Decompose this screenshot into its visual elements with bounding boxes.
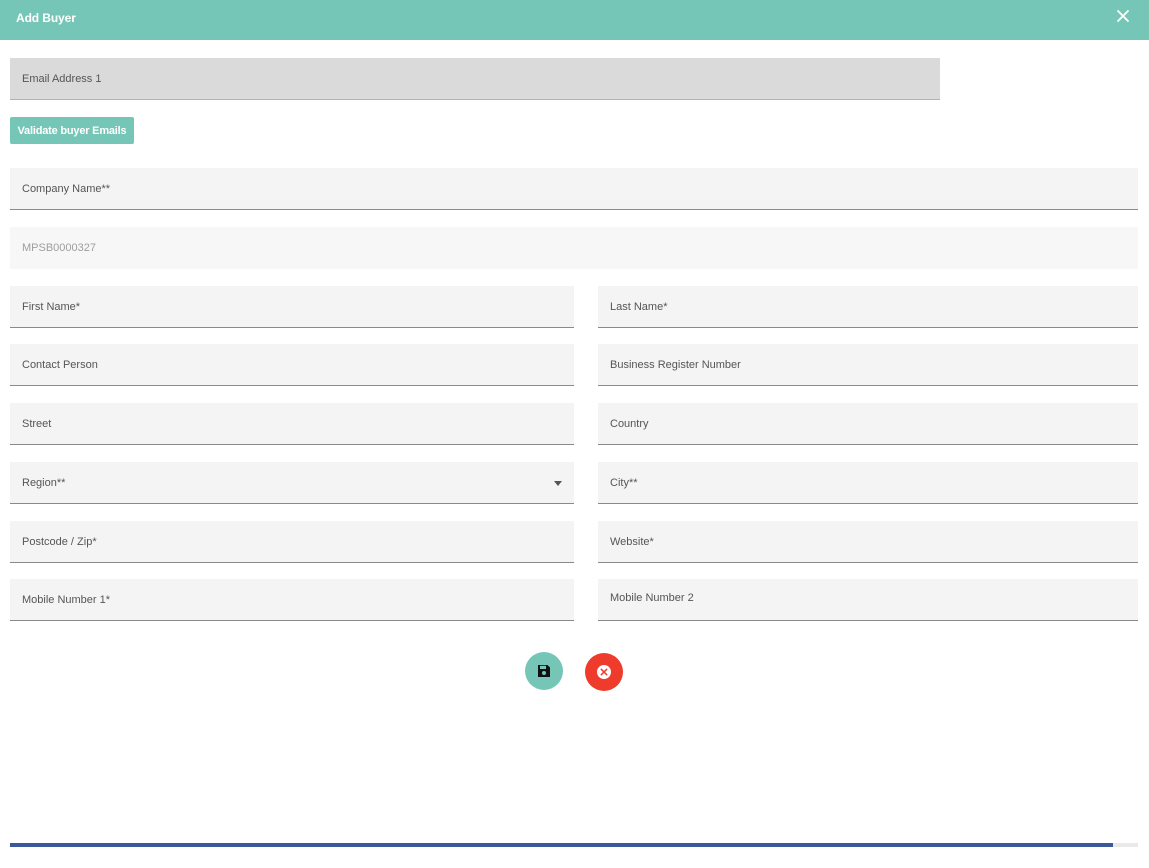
mobile-number-1-label: Mobile Number 1* xyxy=(22,593,111,606)
email-address-1-field[interactable]: Email Address 1 xyxy=(10,58,940,100)
company-name-field[interactable]: Company Name** xyxy=(10,168,1138,210)
caret-down-icon[interactable] xyxy=(554,480,562,486)
postcode-field[interactable]: Postcode / Zip* xyxy=(10,521,574,563)
progress-bar xyxy=(10,843,1138,847)
buyer-code-field: MPSB0000327 xyxy=(10,227,1138,269)
country-field[interactable]: Country xyxy=(598,403,1138,445)
validate-buyer-emails-button[interactable]: Validate buyer Emails xyxy=(10,117,134,144)
cancel-button[interactable] xyxy=(585,653,623,691)
last-name-field[interactable]: Last Name* xyxy=(598,286,1138,328)
floppy-disk-icon xyxy=(538,665,550,677)
progress-fill xyxy=(10,843,1114,847)
save-button[interactable] xyxy=(525,652,563,690)
city-field[interactable]: City** xyxy=(598,462,1138,504)
first-name-field[interactable]: First Name* xyxy=(10,286,574,328)
contact-person-field[interactable]: Contact Person xyxy=(10,344,574,386)
dialog-title: Add Buyer xyxy=(16,11,76,25)
region-label: Region** xyxy=(22,476,66,489)
country-label: Country xyxy=(610,417,649,430)
postcode-label: Postcode / Zip* xyxy=(22,535,97,548)
email-address-1-label: Email Address 1 xyxy=(22,72,102,85)
business-register-number-label: Business Register Number xyxy=(610,358,741,371)
dialog-header: Add Buyer xyxy=(0,0,1149,40)
business-register-number-field[interactable]: Business Register Number xyxy=(598,344,1138,386)
region-select[interactable]: Region** xyxy=(10,462,574,504)
mobile-number-1-field[interactable]: Mobile Number 1* xyxy=(10,579,574,621)
mobile-number-2-field[interactable]: Mobile Number 2 xyxy=(598,579,1138,621)
last-name-label: Last Name* xyxy=(610,300,668,313)
website-label: Website* xyxy=(610,535,654,548)
first-name-label: First Name* xyxy=(22,300,81,313)
buyer-code-value: MPSB0000327 xyxy=(22,242,96,254)
street-field[interactable]: Street xyxy=(10,403,574,445)
close-icon[interactable] xyxy=(1114,7,1132,25)
street-label: Street xyxy=(22,417,52,430)
website-field[interactable]: Website* xyxy=(598,521,1138,563)
contact-person-label: Contact Person xyxy=(22,358,98,371)
city-label: City** xyxy=(610,476,638,489)
circle-x-icon xyxy=(597,665,611,679)
company-name-label: Company Name** xyxy=(22,182,111,195)
mobile-number-2-label: Mobile Number 2 xyxy=(610,591,694,604)
